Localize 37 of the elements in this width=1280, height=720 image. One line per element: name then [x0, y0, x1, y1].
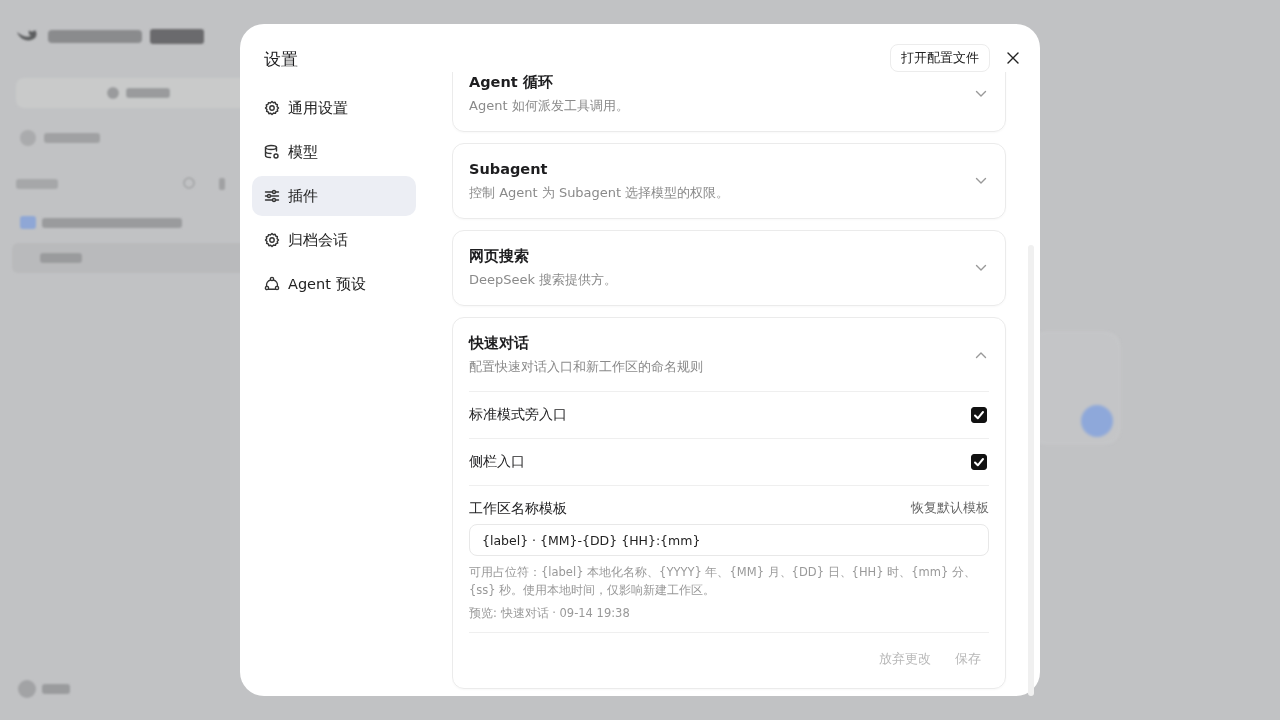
- help-text: 可用占位符：{label} 本地化名称、{YYYY} 年、{MM} 月、{DD} 日、{HH} 时、{mm} 分、{ss} 秒。使用本地时间，仅影响新建工作区。: [469, 564, 977, 599]
- dialog-title: 设置: [263, 48, 299, 71]
- nav-item[interactable]: Agent 预设: [252, 264, 416, 304]
- nav-item[interactable]: 通用设置: [252, 88, 416, 128]
- chevron-up-icon[interactable]: [975, 351, 987, 359]
- nav-item[interactable]: 插件: [252, 176, 416, 216]
- section-description: DeepSeek 搜索提供方。: [469, 271, 618, 289]
- input-field[interactable]: {label} · {MM}-{DD} {HH}:{mm}: [469, 524, 989, 556]
- chevron-down-icon[interactable]: [975, 177, 987, 185]
- section-title: 快速对话: [469, 334, 530, 353]
- open-config-button[interactable]: 打开配置文件: [890, 44, 990, 72]
- chevron-down-icon[interactable]: [975, 90, 987, 98]
- reset-link[interactable]: 恢复默认模板: [911, 498, 989, 518]
- check-icon: [973, 409, 985, 421]
- section-description: 控制 Agent 为 Subagent 选择模型的权限。: [469, 184, 730, 202]
- database-icon: [264, 144, 280, 160]
- checkbox[interactable]: [971, 454, 987, 470]
- preview-text: 预览: 快速对话 · 09-14 19:38: [469, 605, 631, 622]
- nodes-icon: [264, 276, 280, 292]
- settings-icon: [264, 100, 280, 116]
- chevron-down-icon[interactable]: [975, 264, 987, 272]
- section-title: 网页搜索: [469, 247, 530, 266]
- check-icon: [973, 456, 985, 468]
- close-icon: [1006, 51, 1020, 65]
- section-title: Subagent: [469, 160, 549, 179]
- scrollbar-thumb[interactable]: [1028, 245, 1034, 696]
- sliders-icon: [264, 188, 280, 204]
- option-label: 标准模式旁入口: [469, 406, 567, 424]
- settings-icon: [264, 232, 280, 248]
- section-title: Agent 循环: [469, 73, 554, 92]
- option-label: 侧栏入口: [469, 453, 525, 471]
- nav-item[interactable]: 模型: [252, 132, 416, 172]
- field-label: 工作区名称模板: [469, 499, 567, 518]
- section-description: 配置快速对话入口和新工作区的命名规则: [469, 358, 703, 376]
- checkbox[interactable]: [971, 407, 987, 423]
- section-description: Agent 如何派发工具调用。: [469, 97, 629, 115]
- nav-item[interactable]: 归档会话: [252, 220, 416, 260]
